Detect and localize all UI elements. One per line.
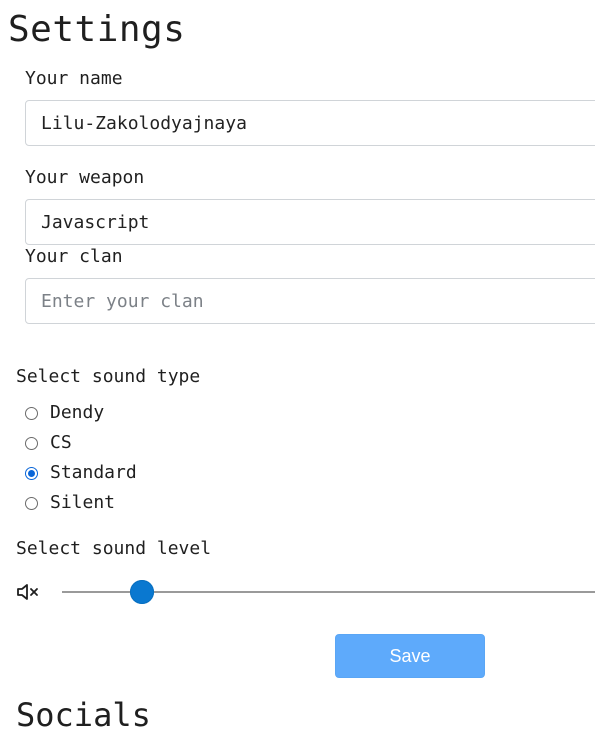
sound-type-label: Select sound type xyxy=(16,366,201,387)
clan-label: Your clan xyxy=(25,246,123,267)
weapon-label: Your weapon xyxy=(25,167,145,188)
radio-button-standard[interactable] xyxy=(25,466,38,480)
radio-label-standard: Standard xyxy=(50,462,137,483)
radio-label-dendy: Dendy xyxy=(50,402,105,423)
weapon-input[interactable] xyxy=(25,199,595,245)
radio-label-silent: Silent xyxy=(50,492,116,513)
volume-mute-icon xyxy=(17,584,38,600)
page-title: Settings xyxy=(8,9,186,50)
radio-option-dendy[interactable]: Dendy xyxy=(25,402,104,424)
radio-option-silent[interactable]: Silent xyxy=(25,492,115,514)
clan-input[interactable] xyxy=(25,278,595,324)
save-button[interactable]: Save xyxy=(335,634,485,678)
slider-thumb[interactable] xyxy=(129,580,154,604)
name-label: Your name xyxy=(25,68,123,89)
radio-option-standard[interactable]: Standard xyxy=(25,462,137,484)
sound-level-label: Select sound level xyxy=(16,538,212,559)
radio-button-silent[interactable] xyxy=(25,496,38,510)
radio-label-cs: CS xyxy=(50,432,72,453)
radio-button-cs[interactable] xyxy=(25,436,38,450)
radio-option-cs[interactable]: CS xyxy=(25,432,72,454)
name-input[interactable] xyxy=(25,100,595,146)
radio-button-dendy[interactable] xyxy=(25,406,38,420)
socials-title: Socials xyxy=(16,696,151,734)
